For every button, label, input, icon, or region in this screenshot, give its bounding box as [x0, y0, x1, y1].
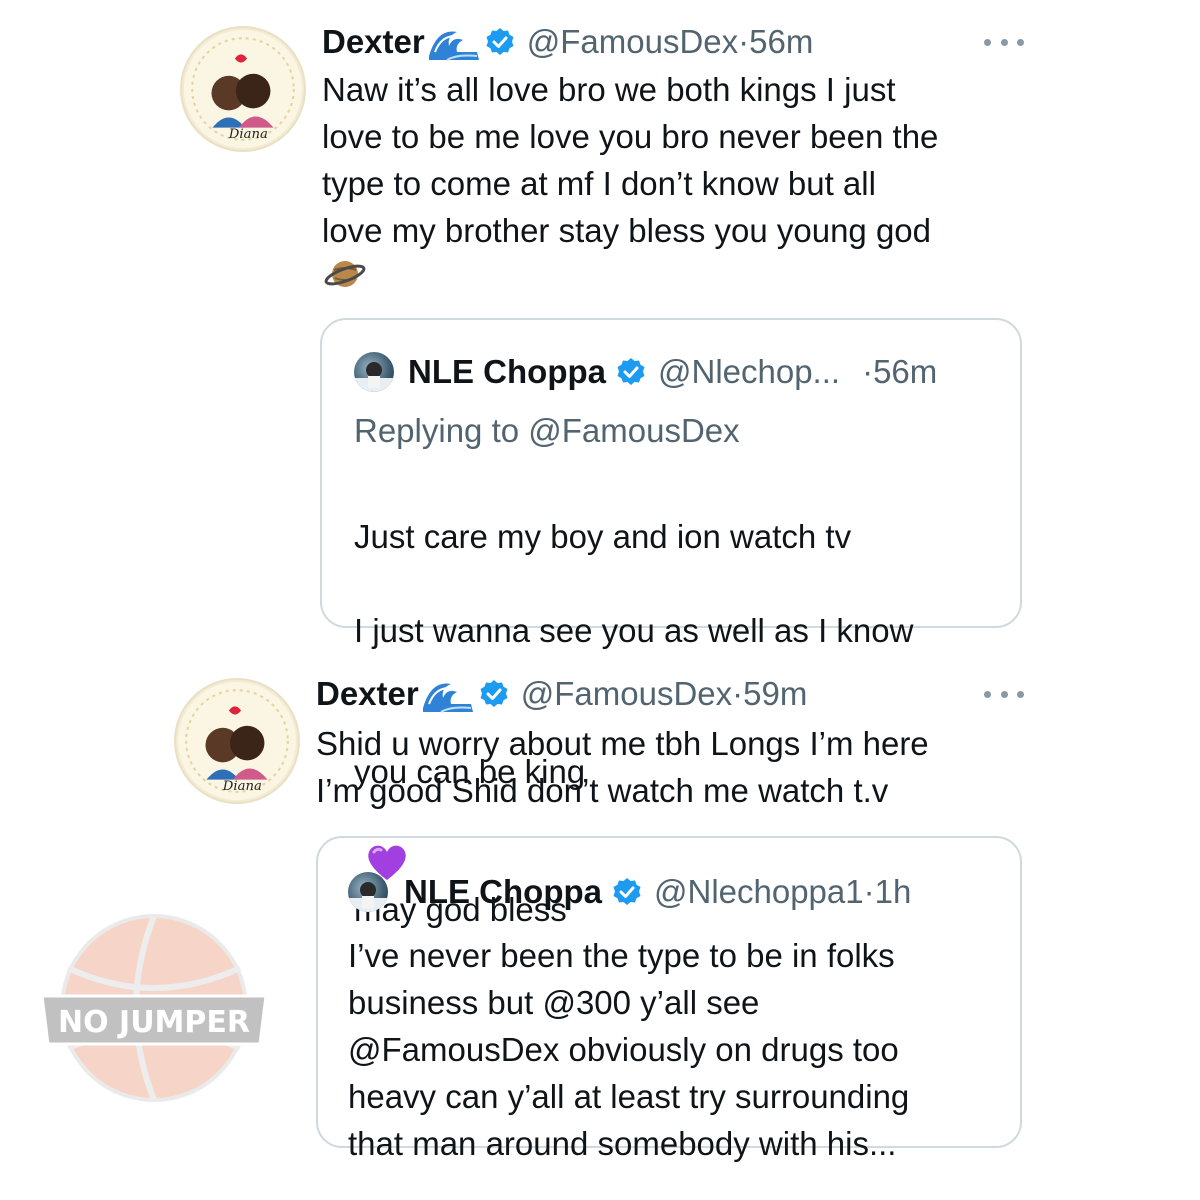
- quoted-tweet[interactable]: NLE Choppa @Nlechop... · 56m Replying to…: [320, 318, 1022, 928]
- avatar-art: Diana: [184, 30, 302, 148]
- svg-text:Diana: Diana: [222, 779, 262, 794]
- replying-mention[interactable]: @FamousDex: [528, 412, 739, 449]
- user-handle[interactable]: @FamousDex: [527, 23, 738, 61]
- tweet-header: Dexter @FamousDex · 56m: [322, 20, 813, 64]
- no-jumper-watermark: NO JUMPER: [38, 912, 270, 1108]
- quoted-user-handle[interactable]: @Nlechoppa1: [654, 873, 864, 911]
- separator-dot: ·: [738, 23, 750, 60]
- replying-prefix: Replying to: [354, 412, 529, 449]
- user-handle[interactable]: @FamousDex: [521, 675, 732, 713]
- user-avatar[interactable]: Diana: [180, 26, 306, 152]
- verified-badge-icon: [485, 27, 515, 57]
- verified-badge-icon: [612, 877, 642, 907]
- quoted-display-name[interactable]: NLE Choppa: [408, 353, 606, 391]
- tweet-text: Shid u worry about me tbh Longs I’m here…: [316, 725, 929, 809]
- display-name[interactable]: Dexter: [316, 675, 419, 713]
- tweet-timestamp[interactable]: 59m: [743, 675, 807, 713]
- more-options-icon[interactable]: [984, 32, 1024, 52]
- quoted-tweet-header: NLE Choppa @Nlechop... · 56m: [408, 350, 937, 394]
- quoted-text-line: I just wanna see you as well as I know: [354, 612, 914, 649]
- user-avatar[interactable]: Diana: [174, 678, 300, 804]
- quoted-tweet[interactable]: NLE Choppa @Nlechoppa1 · 1h I’ve never b…: [316, 836, 1022, 1162]
- quoted-user-avatar[interactable]: [354, 352, 394, 392]
- more-options-icon[interactable]: [984, 684, 1024, 704]
- replying-to: Replying to @FamousDex: [354, 412, 740, 450]
- avatar-art: Diana: [178, 682, 296, 800]
- quoted-tweet-timestamp[interactable]: 56m: [873, 353, 937, 391]
- verified-badge-icon: [616, 357, 646, 387]
- tweet-timestamp[interactable]: 56m: [749, 23, 813, 61]
- quoted-tweet-text: I’ve never been the type to be in folks …: [348, 937, 910, 1162]
- svg-text:Diana: Diana: [228, 127, 268, 142]
- separator-dot: ·: [732, 675, 744, 712]
- quoted-text-line: Just care my boy and ion watch tv: [354, 518, 852, 555]
- display-name[interactable]: Dexter: [322, 23, 425, 61]
- tweet-header: Dexter @FamousDex · 59m: [316, 672, 807, 716]
- wave-emoji-icon: [427, 22, 481, 62]
- tweet-text: Naw it’s all love bro we both kings I ju…: [322, 71, 939, 249]
- separator-dot: ·: [862, 353, 874, 390]
- quoted-user-avatar[interactable]: [348, 872, 388, 912]
- quoted-user-handle[interactable]: @Nlechop...: [658, 353, 840, 391]
- verified-badge-icon: [479, 679, 509, 709]
- tweet-1[interactable]: Diana Dexter @FamousDex · 56m Naw it’s a…: [0, 0, 1200, 928]
- quoted-tweet-timestamp[interactable]: 1h: [875, 873, 912, 911]
- quoted-display-name[interactable]: NLE Choppa: [404, 873, 602, 911]
- ringed-planet-emoji-icon: [324, 254, 366, 294]
- watermark-text: NO JUMPER: [58, 1005, 250, 1040]
- quoted-tweet-header: NLE Choppa @Nlechoppa1 · 1h: [404, 870, 911, 914]
- separator-dot: ·: [863, 873, 875, 910]
- wave-emoji-icon: [421, 674, 475, 714]
